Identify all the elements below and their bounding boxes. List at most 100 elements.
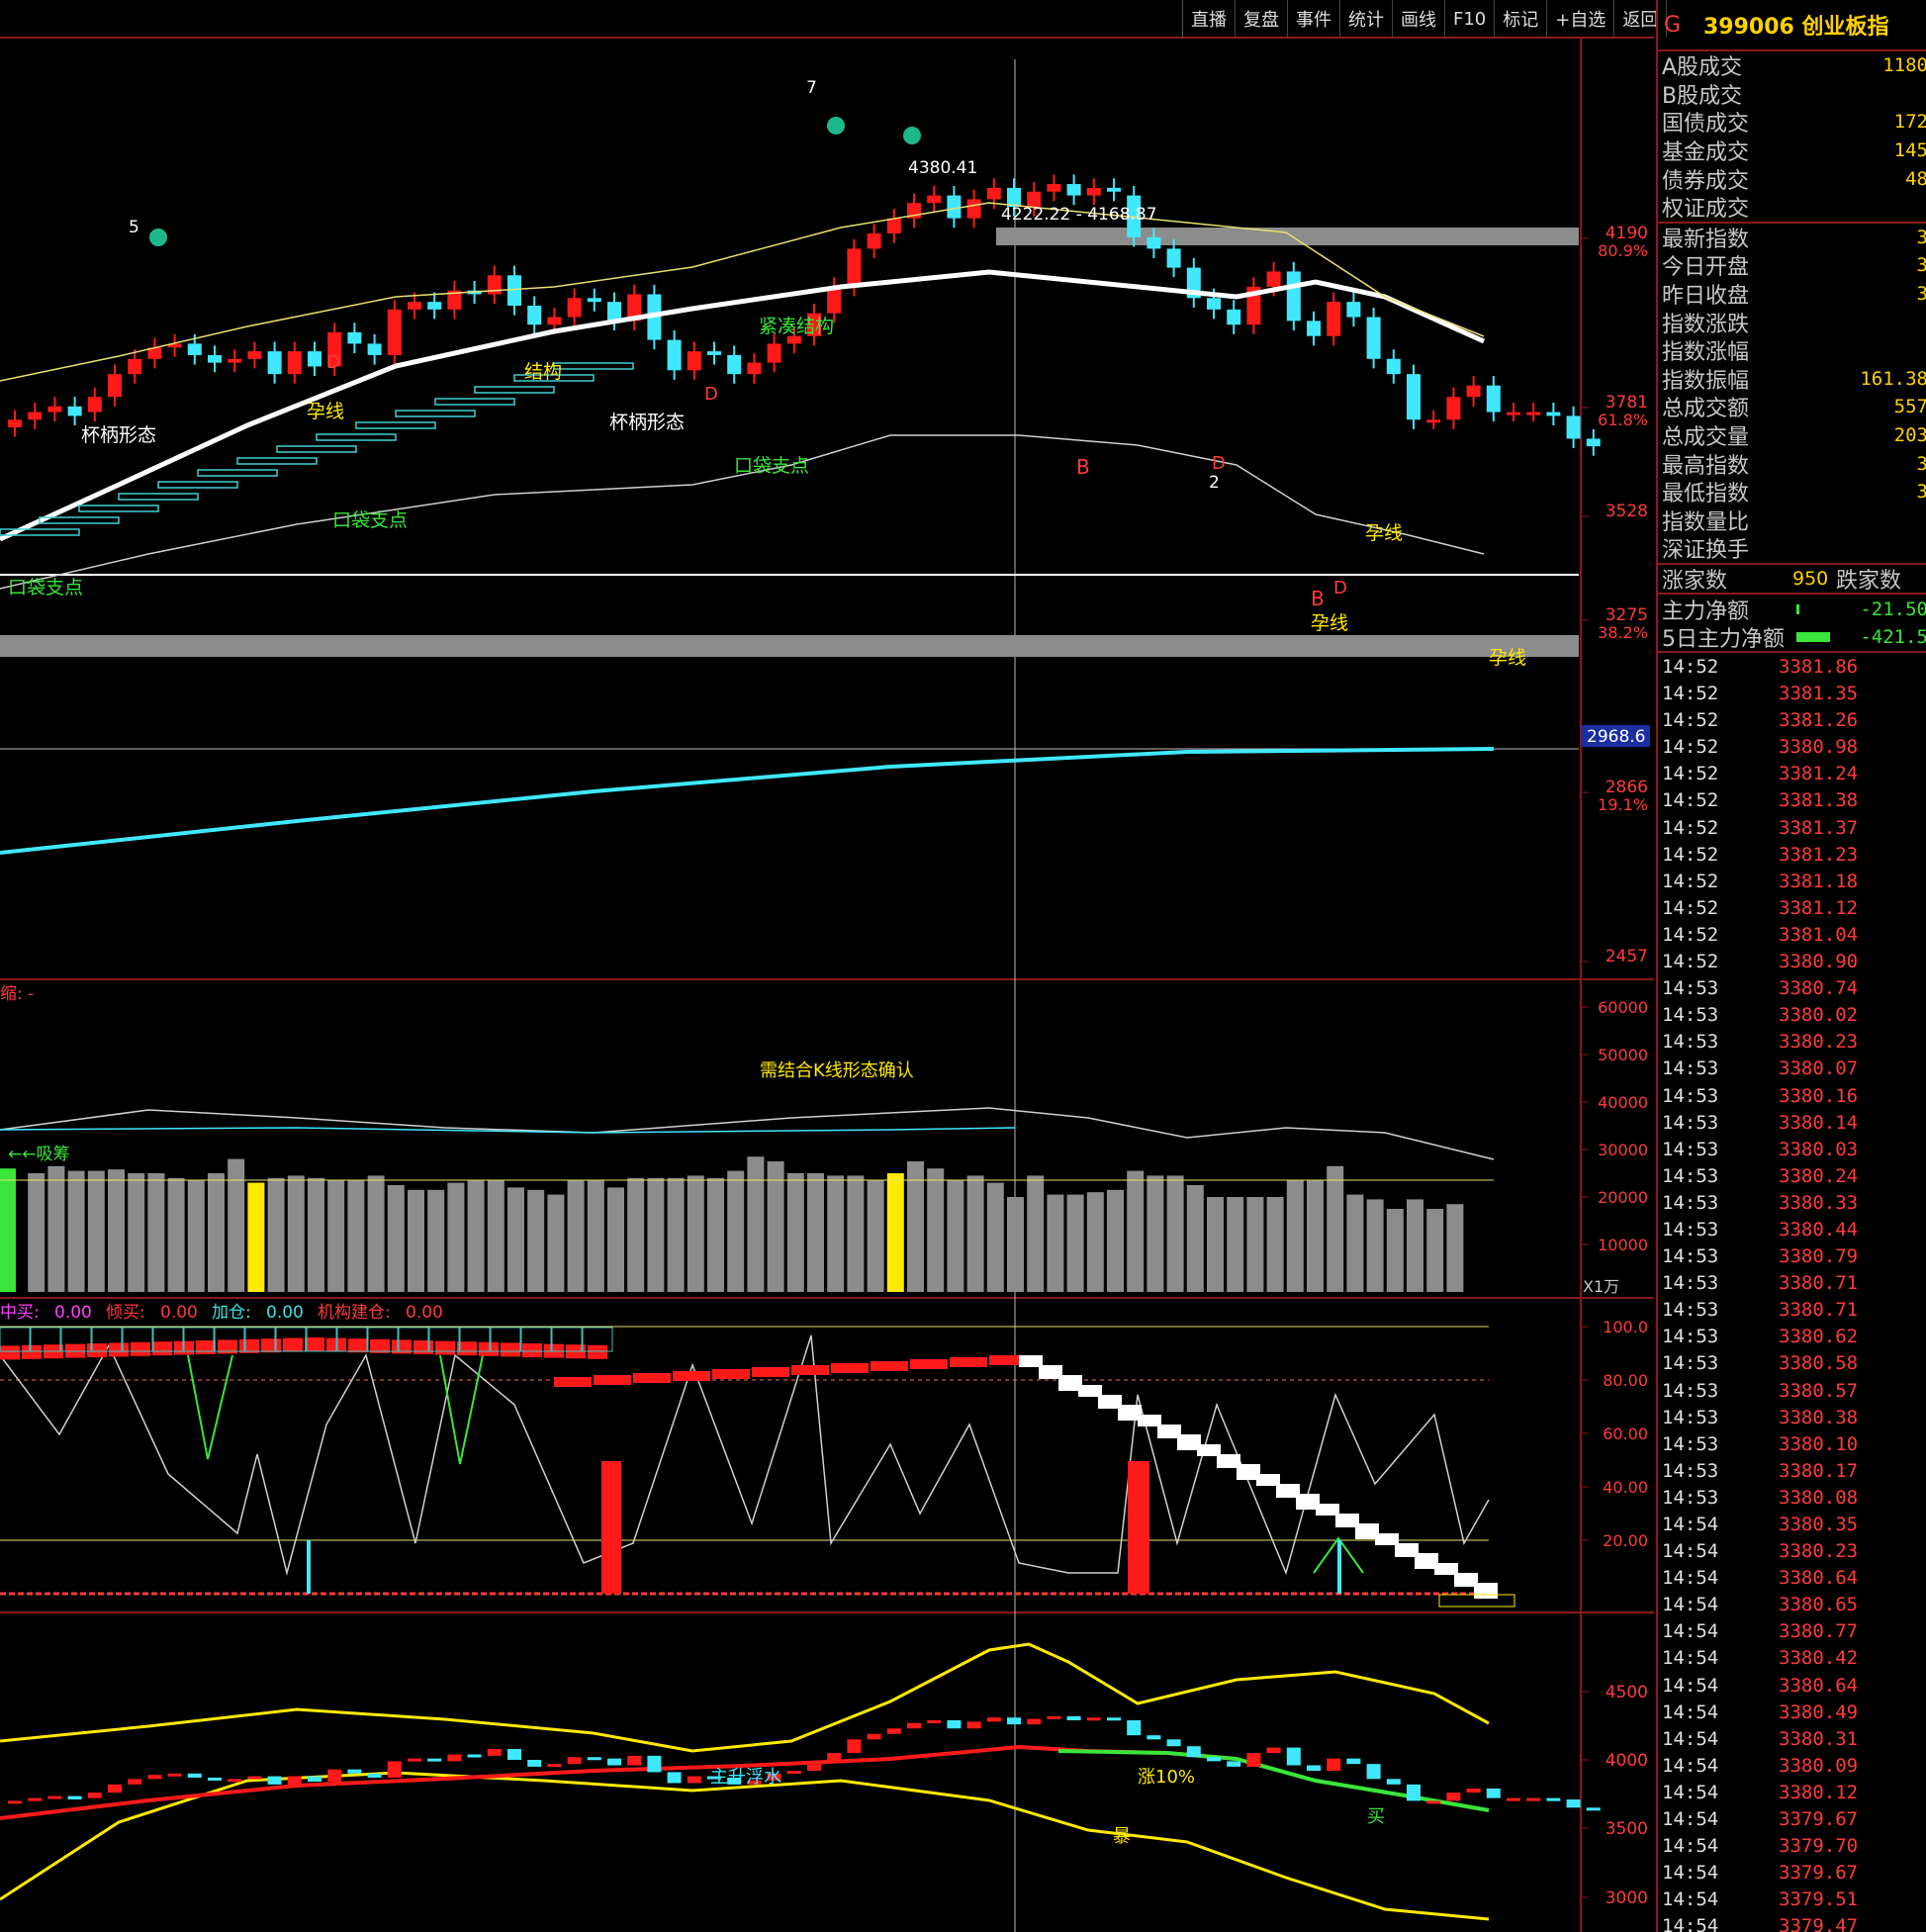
- tick-time: 14:53: [1662, 1164, 1719, 1187]
- trade-volume-row: 权证成交: [1658, 193, 1926, 222]
- tick-price: 3380.23: [1779, 1540, 1859, 1563]
- signal-circle-icon: [149, 229, 167, 246]
- index-stat-label: 最高指数: [1662, 453, 1750, 479]
- candle-body: [1426, 419, 1441, 423]
- trade-volume-value: 48: [1905, 167, 1926, 190]
- resistance-zone: [996, 228, 1579, 245]
- band-candle-body: [87, 1793, 102, 1798]
- osc-axis-label: 20.00: [1603, 1531, 1648, 1550]
- toolbar-item-2[interactable]: 事件: [1288, 0, 1340, 38]
- tick-list[interactable]: 14:52 3381.86 14:52 3381.35 14:52 3381.26 14:5…: [1658, 653, 1926, 1932]
- tick-row: 14:53 3380.79: [1658, 1243, 1926, 1270]
- tick-row: 14:52 3381.26: [1658, 707, 1926, 734]
- kline-chart-area[interactable]: 4190 80.9% 3781 61.8% 3528 3275 38.2% 2866 19.1%…: [0, 0, 1654, 1932]
- candle-body: [287, 351, 302, 375]
- volume-bar: [986, 1182, 1004, 1292]
- volume-bar: [367, 1175, 385, 1292]
- osc-ribbon-red: [712, 1369, 750, 1379]
- flow-label: 5日主力净额: [1662, 627, 1785, 653]
- tick-row: 14:52 3381.18: [1658, 868, 1926, 894]
- flow-bar: [1796, 632, 1830, 643]
- main-axis-price: 2457: [1605, 947, 1648, 966]
- tick-price: 3380.62: [1779, 1326, 1859, 1348]
- volume-bar: [1146, 1175, 1164, 1292]
- pattern-annotation: 孕线: [1365, 522, 1403, 544]
- toolbar-item-1[interactable]: 复盘: [1236, 0, 1288, 38]
- tick-price: 3380.08: [1779, 1486, 1859, 1509]
- tick-price: 3379.70: [1779, 1835, 1859, 1858]
- tick-price: 3380.17: [1779, 1459, 1859, 1482]
- toolbar-item-5[interactable]: F10: [1445, 0, 1496, 38]
- tick-time: 14:54: [1662, 1754, 1719, 1777]
- index-stat-label: 今日开盘: [1662, 255, 1750, 281]
- trade-volume-row: B股成交: [1658, 80, 1926, 109]
- candle-body: [1466, 385, 1481, 398]
- candle-body: [1586, 438, 1601, 447]
- band-candle-body: [147, 1775, 162, 1780]
- osc-green-v: [439, 1354, 484, 1465]
- step-formation: [355, 421, 436, 429]
- candle-body: [1266, 271, 1281, 287]
- trade-volume-label: 权证成交: [1662, 197, 1750, 223]
- band-candle-body: [208, 1777, 222, 1781]
- signal-circle-icon: [827, 117, 845, 135]
- volume-bar: [667, 1177, 685, 1292]
- volume-ma-white: [0, 1107, 1495, 1160]
- tick-price: 3381.04: [1779, 923, 1859, 946]
- candle-body: [1166, 248, 1181, 268]
- candle-body: [567, 298, 582, 318]
- main-axis-price: 2866: [1605, 778, 1648, 797]
- tick-time: 14:53: [1662, 1352, 1719, 1375]
- pattern-annotation: 口袋支点: [8, 577, 83, 598]
- tick-price: 3380.57: [1779, 1379, 1859, 1402]
- tick-time: 14:54: [1662, 1514, 1719, 1536]
- band-candle-body: [786, 1771, 801, 1775]
- flow-bar: [1796, 603, 1799, 614]
- tick-row: 14:53 3380.33: [1658, 1189, 1926, 1216]
- index-stat-row: 今日开盘 3: [1658, 251, 1926, 280]
- tick-row: 14:52 3381.37: [1658, 814, 1926, 841]
- band-candle-body: [1107, 1717, 1121, 1721]
- osc-legend-value: 0.00: [406, 1303, 443, 1323]
- candle-body: [1286, 271, 1301, 322]
- osc-legend-label: 倾买:: [106, 1303, 145, 1323]
- volume-bar: [927, 1168, 945, 1292]
- volume-bar: [1246, 1197, 1264, 1292]
- step-formation: [434, 398, 515, 406]
- capital-flow-block: 主力净额 -21.50 5日主力净额 -421.5: [1658, 595, 1926, 653]
- wave-number: 7: [806, 78, 817, 98]
- band-candle-body: [1386, 1779, 1401, 1785]
- band-candle-body: [108, 1784, 122, 1794]
- band-axis-label: 3500: [1605, 1819, 1648, 1839]
- index-stat-row: 最低指数 3: [1658, 478, 1926, 506]
- osc-ribbon-red: [791, 1365, 829, 1375]
- osc-ribbon-red: [673, 1371, 710, 1381]
- pattern-annotation: 结构: [524, 361, 562, 383]
- tick-time: 14:53: [1662, 1138, 1719, 1160]
- tick-price: 3380.64: [1779, 1567, 1859, 1590]
- tick-row: 14:52 3381.86: [1658, 653, 1926, 680]
- band-candle-body: [966, 1721, 981, 1729]
- band-candle-body: [947, 1719, 962, 1729]
- toolbar-item-7[interactable]: +自选: [1547, 0, 1615, 38]
- index-stat-label: 指数振幅: [1662, 368, 1750, 394]
- toolbar-item-4[interactable]: 画线: [1393, 0, 1445, 38]
- kline-chart-svg[interactable]: 419080.9% 378161.8% 3528 327538.2% 286619.1%…: [0, 0, 1654, 1932]
- step-formation: [474, 386, 555, 394]
- toolbar-item-0[interactable]: 直播: [1183, 0, 1236, 38]
- band-candle-body: [527, 1760, 542, 1767]
- osc-legend-label: 加仓:: [212, 1303, 251, 1323]
- toolbar-item-6[interactable]: 标记: [1495, 0, 1548, 38]
- index-stat-label: 指数量比: [1662, 509, 1750, 535]
- candle-body: [247, 351, 262, 359]
- tick-price: 3381.12: [1779, 896, 1859, 919]
- trade-volume-label: 基金成交: [1662, 140, 1750, 166]
- volume-bar: [1366, 1199, 1384, 1292]
- breadth-row: 涨家数 950 跌家数: [1658, 565, 1926, 594]
- toolbar-item-3[interactable]: 统计: [1340, 0, 1393, 38]
- index-stat-row: 指数涨幅: [1658, 336, 1926, 365]
- index-stat-value: 3: [1917, 453, 1926, 475]
- index-stat-value: 161.38: [1860, 367, 1926, 390]
- band-candle-body: [1407, 1784, 1421, 1801]
- tick-row: 14:53 3380.08: [1658, 1484, 1926, 1511]
